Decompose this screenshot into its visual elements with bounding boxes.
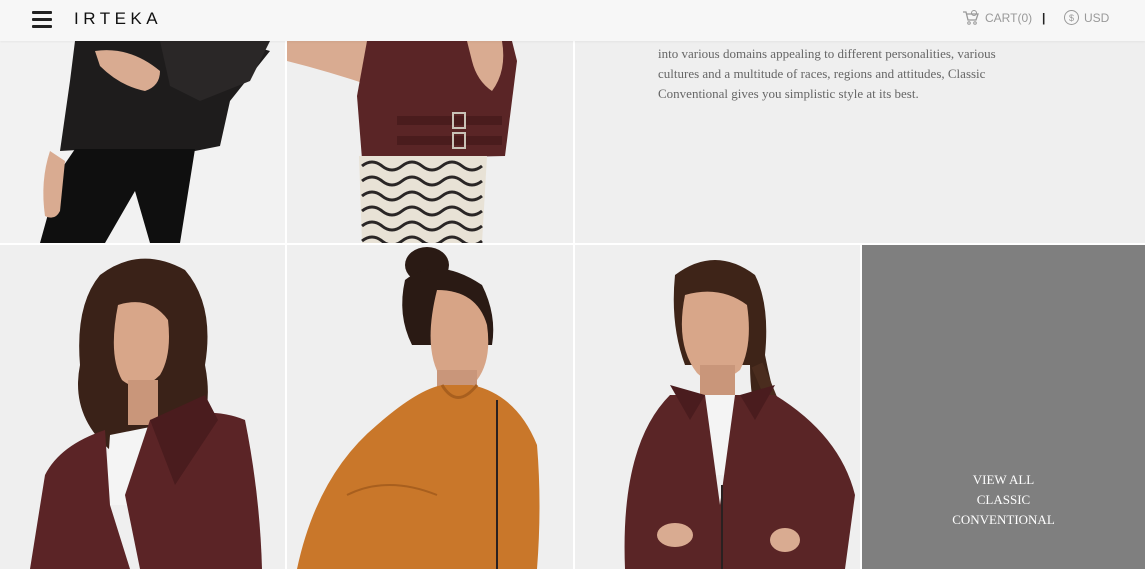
black-jacket-image [0, 41, 285, 243]
product-tile-tan-jacket[interactable] [287, 245, 573, 569]
top-bar: IRTEKA CART(0) | $ USD [0, 0, 1145, 41]
view-all-line-3: CONVENTIONAL [952, 512, 1055, 527]
product-tile-burgundy-blazer[interactable] [0, 245, 285, 569]
brand-logo[interactable]: IRTEKA [74, 9, 162, 29]
currency-label: USD [1084, 10, 1110, 25]
burgundy-vest-image [287, 41, 573, 243]
product-tile-black-jacket[interactable] [0, 41, 285, 243]
burgundy-bomber-image [575, 245, 860, 569]
burgundy-blazer-image [0, 245, 285, 569]
collection-description: into various domains appealing to differ… [658, 46, 996, 101]
product-tile-burgundy-bomber[interactable] [575, 245, 860, 569]
shopping-cart-icon [963, 10, 979, 25]
currency-selector[interactable]: $ USD [1064, 10, 1109, 25]
product-tile-burgundy-vest[interactable] [287, 41, 573, 243]
hamburger-menu-icon[interactable] [32, 11, 52, 28]
cart-button[interactable]: CART(0) [962, 10, 1032, 26]
view-all-line-2: CLASSIC [976, 492, 1031, 507]
view-all-line-1: VIEW ALL [972, 472, 1035, 487]
view-all-label: VIEW ALL CLASSIC CONVENTIONAL [862, 470, 1145, 530]
view-all-classic-conventional-button[interactable]: VIEW ALL CLASSIC CONVENTIONAL [862, 245, 1145, 569]
dollar-icon: $ [1064, 10, 1079, 25]
cart-label: CART(0) [985, 11, 1033, 25]
tan-jacket-image [287, 245, 573, 569]
header-divider: | [1042, 11, 1046, 25]
